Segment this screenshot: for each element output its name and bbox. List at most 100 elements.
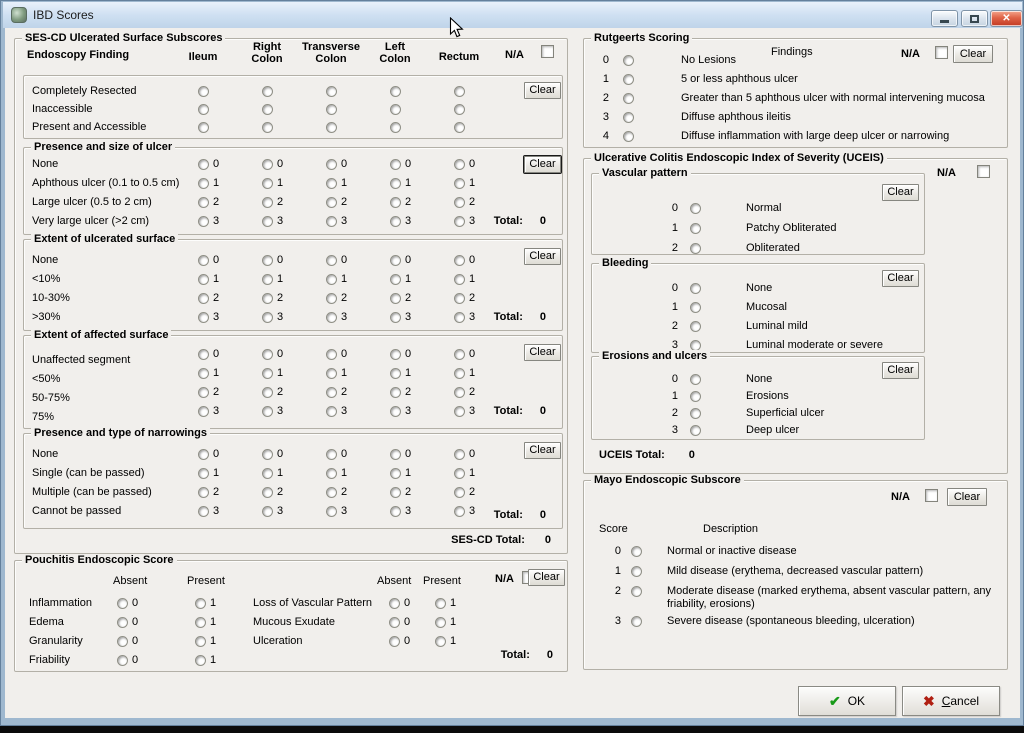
radio-button[interactable] xyxy=(326,178,337,189)
radio-button[interactable] xyxy=(390,255,401,266)
radio-button[interactable] xyxy=(390,312,401,323)
radio-button[interactable] xyxy=(435,598,446,609)
radio-button[interactable] xyxy=(435,636,446,647)
radio-button[interactable] xyxy=(623,74,634,85)
radio-button[interactable] xyxy=(198,197,209,208)
radio-button[interactable] xyxy=(198,368,209,379)
radio-button[interactable] xyxy=(198,406,209,417)
clear-button[interactable]: Clear xyxy=(528,569,565,586)
radio-button[interactable] xyxy=(390,487,401,498)
radio-button[interactable] xyxy=(262,312,273,323)
radio-button[interactable] xyxy=(198,468,209,479)
radio-button[interactable] xyxy=(631,616,642,627)
radio-button[interactable] xyxy=(262,487,273,498)
radio-button[interactable] xyxy=(690,243,701,254)
radio-button[interactable] xyxy=(454,122,465,133)
radio-button[interactable] xyxy=(454,387,465,398)
radio-button[interactable] xyxy=(454,293,465,304)
radio-button[interactable] xyxy=(454,449,465,460)
radio-button[interactable] xyxy=(326,368,337,379)
radio-button[interactable] xyxy=(326,312,337,323)
radio-button[interactable] xyxy=(262,197,273,208)
radio-button[interactable] xyxy=(262,104,273,115)
radio-button[interactable] xyxy=(326,468,337,479)
radio-button[interactable] xyxy=(262,159,273,170)
radio-button[interactable] xyxy=(198,449,209,460)
clear-button[interactable]: Clear xyxy=(947,488,987,506)
radio-button[interactable] xyxy=(195,636,206,647)
radio-button[interactable] xyxy=(262,349,273,360)
radio-button[interactable] xyxy=(390,449,401,460)
radio-button[interactable] xyxy=(262,468,273,479)
radio-button[interactable] xyxy=(390,387,401,398)
clear-button[interactable]: Clear xyxy=(882,184,919,201)
radio-button[interactable] xyxy=(623,93,634,104)
radio-button[interactable] xyxy=(454,312,465,323)
radio-button[interactable] xyxy=(198,104,209,115)
radio-button[interactable] xyxy=(390,178,401,189)
radio-button[interactable] xyxy=(454,506,465,517)
radio-button[interactable] xyxy=(262,406,273,417)
radio-button[interactable] xyxy=(262,387,273,398)
radio-button[interactable] xyxy=(198,216,209,227)
radio-button[interactable] xyxy=(690,425,701,436)
radio-button[interactable] xyxy=(690,321,701,332)
radio-button[interactable] xyxy=(326,255,337,266)
radio-button[interactable] xyxy=(262,293,273,304)
radio-button[interactable] xyxy=(326,159,337,170)
radio-button[interactable] xyxy=(389,598,400,609)
radio-button[interactable] xyxy=(390,159,401,170)
radio-button[interactable] xyxy=(326,506,337,517)
radio-button[interactable] xyxy=(326,216,337,227)
radio-button[interactable] xyxy=(198,86,209,97)
cancel-button[interactable]: ✖ Cancel xyxy=(902,686,1000,716)
radio-button[interactable] xyxy=(262,274,273,285)
radio-button[interactable] xyxy=(195,598,206,609)
radio-button[interactable] xyxy=(198,255,209,266)
radio-button[interactable] xyxy=(390,104,401,115)
radio-button[interactable] xyxy=(454,255,465,266)
radio-button[interactable] xyxy=(390,506,401,517)
radio-button[interactable] xyxy=(631,586,642,597)
radio-button[interactable] xyxy=(454,159,465,170)
radio-button[interactable] xyxy=(262,506,273,517)
radio-button[interactable] xyxy=(690,391,701,402)
radio-button[interactable] xyxy=(262,368,273,379)
radio-button[interactable] xyxy=(454,487,465,498)
radio-button[interactable] xyxy=(262,216,273,227)
radio-button[interactable] xyxy=(454,86,465,97)
radio-button[interactable] xyxy=(690,203,701,214)
radio-button[interactable] xyxy=(198,349,209,360)
radio-button[interactable] xyxy=(390,216,401,227)
radio-button[interactable] xyxy=(690,408,701,419)
radio-button[interactable] xyxy=(326,449,337,460)
radio-button[interactable] xyxy=(198,122,209,133)
radio-button[interactable] xyxy=(198,387,209,398)
radio-button[interactable] xyxy=(198,159,209,170)
radio-button[interactable] xyxy=(623,112,634,123)
radio-button[interactable] xyxy=(390,86,401,97)
ok-button[interactable]: ✔ OK xyxy=(798,686,896,716)
radio-button[interactable] xyxy=(262,255,273,266)
radio-button[interactable] xyxy=(262,122,273,133)
radio-button[interactable] xyxy=(435,617,446,628)
radio-button[interactable] xyxy=(690,374,701,385)
radio-button[interactable] xyxy=(326,197,337,208)
radio-button[interactable] xyxy=(690,283,701,294)
radio-button[interactable] xyxy=(326,122,337,133)
radio-button[interactable] xyxy=(326,387,337,398)
radio-button[interactable] xyxy=(117,617,128,628)
radio-button[interactable] xyxy=(326,293,337,304)
radio-button[interactable] xyxy=(198,506,209,517)
radio-button[interactable] xyxy=(690,223,701,234)
radio-button[interactable] xyxy=(454,216,465,227)
radio-button[interactable] xyxy=(390,406,401,417)
radio-button[interactable] xyxy=(326,104,337,115)
na-checkbox[interactable] xyxy=(541,45,554,58)
radio-button[interactable] xyxy=(326,349,337,360)
radio-button[interactable] xyxy=(326,274,337,285)
radio-button[interactable] xyxy=(198,274,209,285)
radio-button[interactable] xyxy=(389,636,400,647)
radio-button[interactable] xyxy=(390,293,401,304)
radio-button[interactable] xyxy=(198,293,209,304)
